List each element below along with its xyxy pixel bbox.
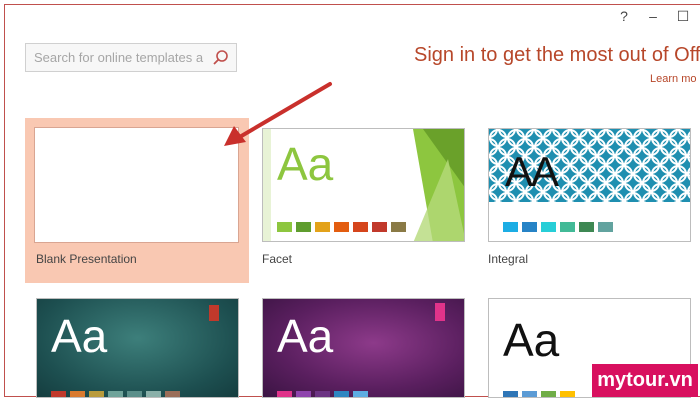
color-swatch xyxy=(277,222,292,232)
color-swatch xyxy=(522,391,537,397)
color-swatch xyxy=(334,222,349,232)
template-teal[interactable]: Aa xyxy=(36,298,241,398)
template-sample-text: AA xyxy=(505,148,559,195)
color-swatch xyxy=(391,222,406,232)
signin-heading: Sign in to get the most out of Offic xyxy=(414,44,700,66)
color-swatch xyxy=(70,391,85,397)
help-button[interactable]: ? xyxy=(614,8,634,24)
color-swatch xyxy=(541,222,556,232)
search-box[interactable] xyxy=(25,43,237,72)
template-label: Integral xyxy=(488,252,529,266)
template-label: Blank Presentation xyxy=(36,252,137,266)
color-swatch xyxy=(560,391,575,397)
template-sample-text: Aa xyxy=(277,310,334,362)
template-purple[interactable]: Aa xyxy=(262,298,467,398)
color-swatch xyxy=(51,391,66,397)
template-thumbnail: Aa xyxy=(262,298,465,398)
color-swatch xyxy=(89,391,104,397)
template-thumbnail: Aa xyxy=(262,128,465,242)
mytour-watermark: mytour.vn xyxy=(592,364,698,397)
accent-tab xyxy=(209,305,219,321)
color-swatch xyxy=(522,222,537,232)
maximize-button[interactable]: ☐ xyxy=(673,8,693,25)
color-swatch xyxy=(334,391,349,397)
color-swatch xyxy=(503,222,518,232)
template-label: Facet xyxy=(262,252,293,266)
template-blank-presentation[interactable]: Blank Presentation xyxy=(25,118,249,283)
color-swatch xyxy=(315,391,330,397)
color-swatch xyxy=(296,222,311,232)
template-sample-text: Aa xyxy=(503,314,560,366)
color-swatch xyxy=(296,391,311,397)
accent-tab xyxy=(435,303,445,321)
color-swatch xyxy=(277,391,292,397)
template-thumbnail xyxy=(34,127,239,243)
template-thumbnail: AA xyxy=(488,128,691,242)
search-input[interactable] xyxy=(32,49,208,66)
color-swatch xyxy=(315,222,330,232)
template-integral[interactable]: AA Integral xyxy=(488,128,693,273)
color-swatch xyxy=(146,391,161,397)
color-swatch xyxy=(353,222,368,232)
minimize-button[interactable]: – xyxy=(643,8,663,24)
color-swatch xyxy=(560,222,575,232)
template-sample-text: Aa xyxy=(277,138,334,190)
color-swatch xyxy=(598,222,613,232)
color-swatch xyxy=(503,391,518,397)
color-swatch xyxy=(353,391,368,397)
color-swatch xyxy=(372,222,387,232)
learn-more-link[interactable]: Learn mo xyxy=(650,73,696,85)
color-swatch xyxy=(165,391,180,397)
color-swatch xyxy=(127,391,142,397)
template-facet[interactable]: Aa Facet xyxy=(262,128,467,273)
template-thumbnail: Aa xyxy=(36,298,239,398)
color-swatch xyxy=(108,391,123,397)
search-icon[interactable] xyxy=(212,49,230,67)
color-swatch xyxy=(541,391,556,397)
color-swatch xyxy=(579,222,594,232)
template-sample-text: Aa xyxy=(51,310,108,362)
